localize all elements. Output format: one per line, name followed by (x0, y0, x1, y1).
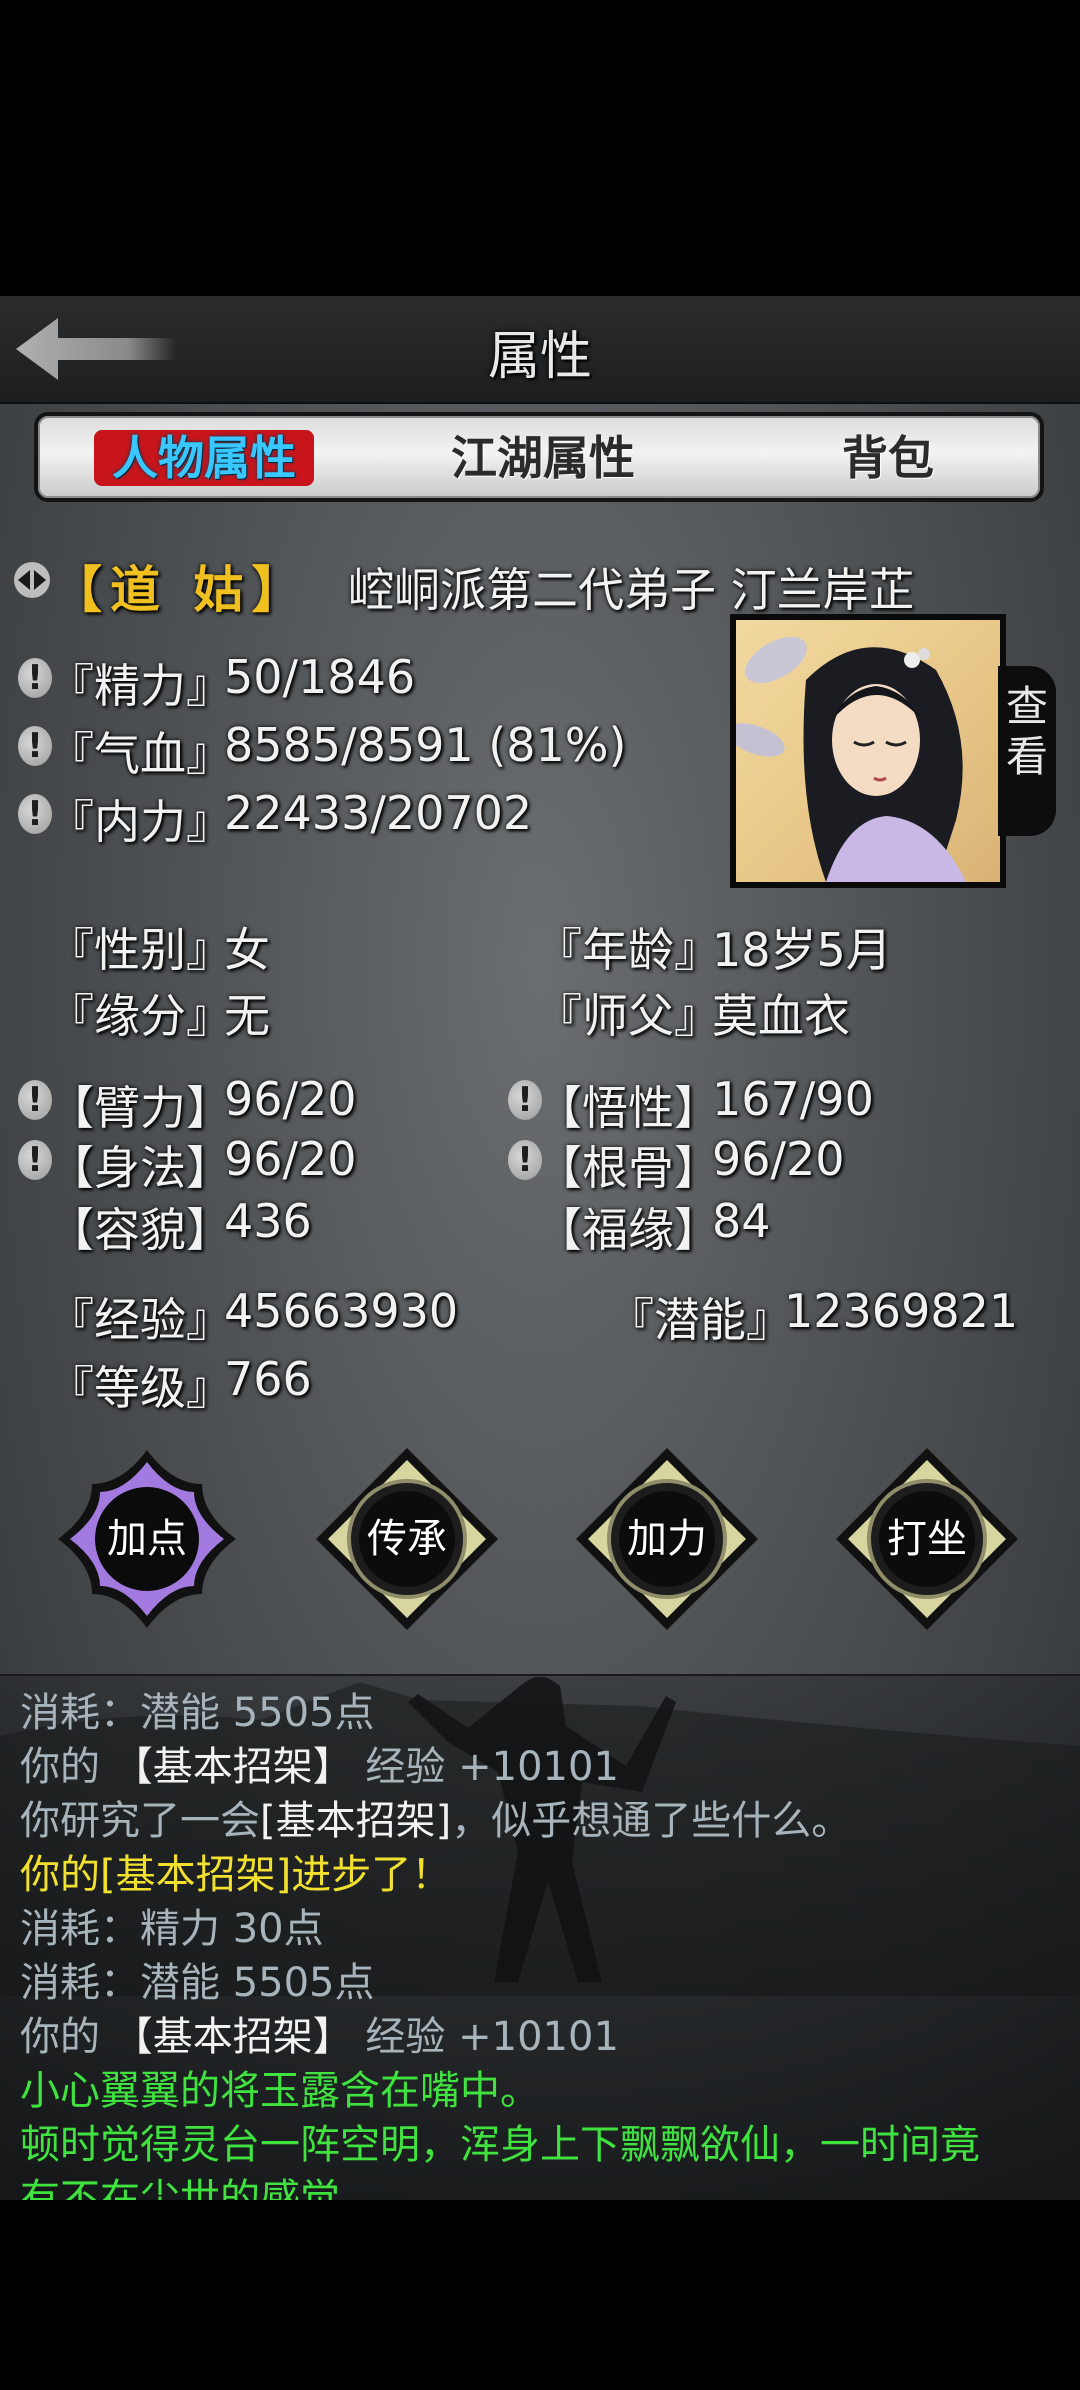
log-line: 消耗：潜能 5505点 (20, 1960, 375, 2006)
inner-power-label: 『内力』 (48, 795, 232, 849)
wisdom-value: 167/90 (712, 1072, 874, 1126)
fate-label: 『缘分』 (48, 989, 232, 1043)
log-line: 你的 【基本招架】 经验 +10101 (20, 1734, 619, 1792)
log-line: 你研究了一会[基本招架]，似乎想通了些什么。 (20, 1788, 851, 1846)
log-line: 有不在尘世的感觉。 (20, 2176, 380, 2200)
log-segment: 你研究了一会 (20, 1798, 260, 1844)
character-portrait[interactable] (730, 614, 1006, 888)
inherit-button[interactable]: 传承 (312, 1444, 502, 1634)
level-label: 『等级』 (48, 1361, 232, 1415)
log-segment: 经验 +10101 (352, 1744, 619, 1790)
potential-value: 12369821 (784, 1284, 1019, 1338)
level-value: 766 (224, 1352, 312, 1406)
arm-value: 96/20 (224, 1072, 357, 1126)
experience-value: 45663930 (224, 1284, 459, 1338)
meditate-button[interactable]: 打坐 (832, 1444, 1022, 1634)
potential-label: 『潜能』 (608, 1293, 792, 1347)
looks-label: 【容貌】 (48, 1203, 232, 1257)
bone-value: 96/20 (712, 1132, 845, 1186)
age-label: 『年龄』 (536, 923, 720, 977)
log-skill-name: 【基本招架】 (112, 2014, 353, 2060)
age-value: 18岁5月 (712, 923, 892, 977)
page-title: 属性 (487, 327, 592, 387)
fate-value: 无 (224, 989, 270, 1043)
master-value: 莫血衣 (712, 989, 850, 1043)
arm-label: 【臂力】 (48, 1081, 232, 1135)
add-force-label: 加力 (627, 1516, 707, 1562)
bone-label: 【根骨】 (536, 1141, 720, 1195)
log-segment: ，似乎想通了些什么。 (451, 1798, 852, 1844)
attributes-screen: 属性 人物属性 江湖属性 背包 【道 姑】 崆峒派第二代弟子 汀兰岸芷 ! 『精… (0, 296, 1080, 2200)
energy-label: 『精力』 (48, 659, 232, 713)
gender-label: 『性别』 (48, 923, 232, 977)
meditate-label: 打坐 (887, 1516, 967, 1562)
header-bar: 属性 (0, 296, 1080, 404)
add-points-button[interactable]: 加点 (52, 1444, 242, 1634)
gender-value: 女 (224, 923, 270, 977)
tab-backpack[interactable]: 背包 (818, 430, 958, 486)
view-button-label: 查看 (1005, 682, 1048, 781)
experience-label: 『经验』 (48, 1293, 232, 1347)
tab-bar: 人物属性 江湖属性 背包 (34, 412, 1044, 502)
luck-label: 【福缘】 (536, 1203, 720, 1257)
character-sect-name: 崆峒派第二代弟子 汀兰岸芷 (348, 563, 915, 617)
log-line: 你的[基本招架]进步了！ (20, 1852, 452, 1898)
log-line: 小心翼翼的将玉露含在嘴中。 (20, 2068, 540, 2114)
health-value: 8585/8591 (81%) (224, 718, 627, 772)
log-line: 顿时觉得灵台一阵空明，浑身上下飘飘欲仙，一时间竟 (20, 2122, 980, 2168)
wisdom-label: 【悟性】 (536, 1081, 720, 1135)
agility-warning-icon[interactable]: ! (18, 1140, 52, 1180)
luck-value: 84 (712, 1194, 771, 1248)
log-segment: 你的 (20, 1744, 113, 1790)
looks-value: 436 (224, 1194, 312, 1248)
arm-warning-icon[interactable]: ! (18, 1080, 52, 1120)
energy-value: 50/1846 (224, 650, 416, 704)
add-points-label: 加点 (107, 1516, 187, 1562)
tab-jianghu-attributes[interactable]: 江湖属性 (438, 430, 648, 486)
agility-value: 96/20 (224, 1132, 357, 1186)
health-warning-icon[interactable]: ! (18, 726, 52, 766)
view-portrait-button[interactable]: 查看 (998, 666, 1056, 836)
master-label: 『师父』 (536, 989, 720, 1043)
switch-arrows-icon[interactable] (12, 560, 52, 600)
tab-character-attributes[interactable]: 人物属性 (94, 430, 314, 486)
inner-power-value: 22433/20702 (224, 786, 533, 840)
log-skill-name: 【基本招架】 (112, 1744, 353, 1790)
log-segment: 你的 (20, 2014, 113, 2060)
message-log[interactable]: 消耗：潜能 5505点 你的 【基本招架】 经验 +10101 你研究了一会[基… (0, 1674, 1080, 2200)
inner-power-warning-icon[interactable]: ! (18, 794, 52, 834)
add-force-button[interactable]: 加力 (572, 1444, 762, 1634)
log-line: 你的 【基本招架】 经验 +10101 (20, 2004, 619, 2062)
log-line: 消耗：精力 30点 (20, 1906, 324, 1952)
inherit-label: 传承 (367, 1516, 447, 1562)
energy-warning-icon[interactable]: ! (18, 658, 52, 698)
agility-label: 【身法】 (48, 1141, 232, 1195)
log-segment: 经验 +10101 (352, 2014, 619, 2060)
health-label: 『气血』 (48, 727, 232, 781)
log-skill-name: [基本招架] (260, 1798, 452, 1844)
character-title-tag: 【道 姑】 (52, 561, 310, 619)
log-line: 消耗：潜能 5505点 (20, 1690, 375, 1736)
